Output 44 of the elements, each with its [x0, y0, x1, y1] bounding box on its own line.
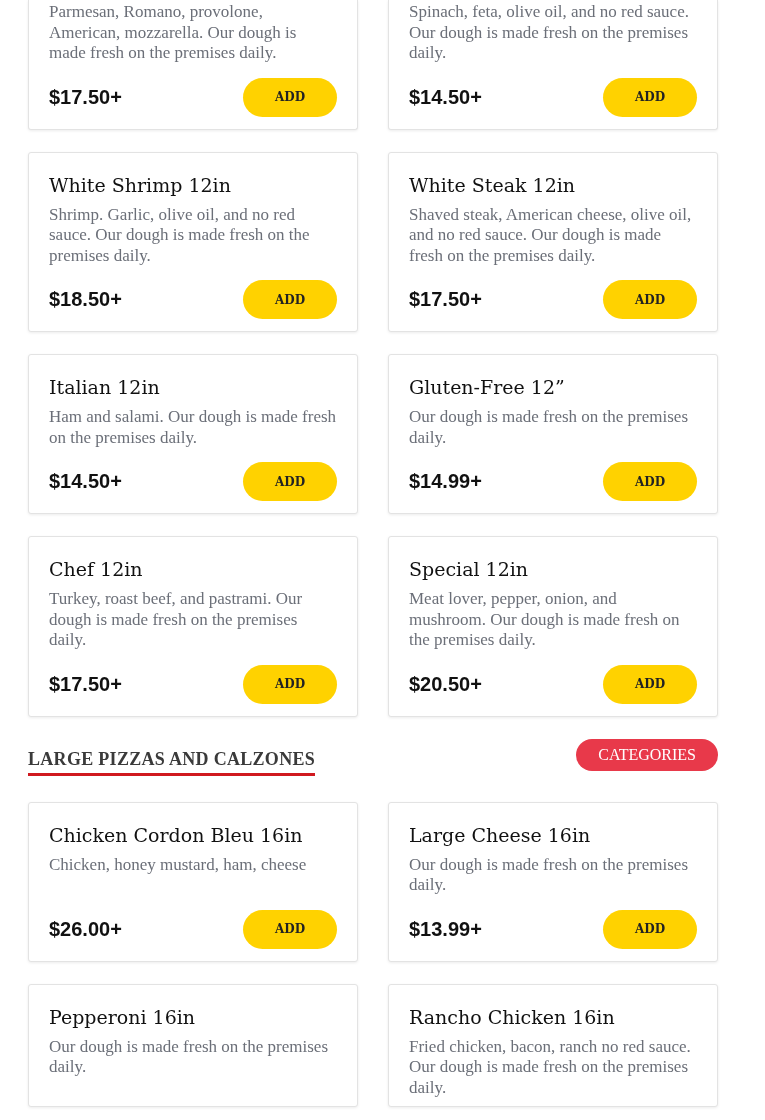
add-button[interactable]: ADD — [603, 280, 697, 319]
item-price: $14.50+ — [49, 470, 122, 493]
item-description: Fried chicken, bacon, ranch no red sauce. Our dough is made fresh on the premises daily. — [409, 1036, 692, 1098]
add-button[interactable]: ADD — [243, 462, 337, 501]
item-title: Pepperoni 16in — [49, 1004, 197, 1029]
add-button[interactable]: ADD — [243, 77, 337, 117]
add-button[interactable]: ADD — [603, 77, 697, 117]
item-price: $14.50+ — [409, 85, 482, 109]
item-description: Our dough is made fresh on the premises daily. — [409, 407, 690, 448]
item-price: $26.00+ — [49, 917, 122, 941]
item-price: $17.50+ — [409, 288, 482, 311]
item-title: Rancho Chicken 16in — [409, 1004, 616, 1029]
add-button[interactable]: ADD — [603, 664, 697, 704]
add-button[interactable]: ADD — [243, 909, 337, 949]
item-price: $14.99+ — [409, 470, 482, 493]
item-title: White Steak 12in — [409, 172, 577, 197]
item-description: Ham and salami. Our dough is made fresh on the premises daily. — [49, 407, 337, 448]
item-price: $18.50+ — [49, 288, 122, 311]
item-description: Shaved steak, American cheese, olive oil, and no red sauce. Our dough is made fresh on the premises daily. — [409, 204, 693, 266]
item-price: $13.99+ — [409, 917, 482, 941]
item-title: Large Cheese 16in — [409, 822, 592, 847]
add-button[interactable]: ADD — [603, 462, 697, 501]
item-description: Parmesan, Romano, provolone, American, mozzarella. Our dough is made fresh on the premises daily. — [49, 2, 298, 64]
item-description: Chicken, honey mustard, ham, cheese — [49, 854, 308, 875]
item-title: Gluten-Free 12” — [409, 375, 566, 399]
item-title: Chicken Cordon Bleu 16in — [49, 822, 304, 847]
item-description: Spinach, feta, olive oil, and no red sauce. Our dough is made fresh on the premises daily. — [409, 2, 690, 64]
item-price: $17.50+ — [49, 672, 122, 696]
item-title: White Shrimp 12in — [49, 172, 232, 197]
item-price: $17.50+ — [49, 85, 122, 109]
item-description: Our dough is made fresh on the premises daily. — [49, 1036, 330, 1078]
item-description: Turkey, roast beef, and pastrami. Our dough is made fresh on the premises daily. — [49, 589, 304, 651]
item-description: Our dough is made fresh on the premises daily. — [409, 854, 690, 896]
add-button[interactable]: ADD — [243, 664, 337, 704]
section-heading: LARGE PIZZAS AND CALZONES — [28, 748, 316, 776]
item-title: Chef 12in — [49, 557, 144, 581]
item-price: $20.50+ — [409, 672, 482, 696]
add-button[interactable]: ADD — [603, 909, 697, 949]
item-description: Shrimp. Garlic, olive oil, and no red sauce. Our dough is made fresh on the premises daily. — [49, 204, 311, 266]
item-description: Meat lover, pepper, onion, and mushroom. Our dough is made fresh on the premises daily. — [409, 589, 681, 651]
item-title: Special 12in — [409, 557, 530, 581]
categories-button[interactable]: CATEGORIES — [576, 738, 718, 771]
item-title: Italian 12in — [49, 375, 161, 399]
add-button[interactable]: ADD — [243, 280, 337, 319]
